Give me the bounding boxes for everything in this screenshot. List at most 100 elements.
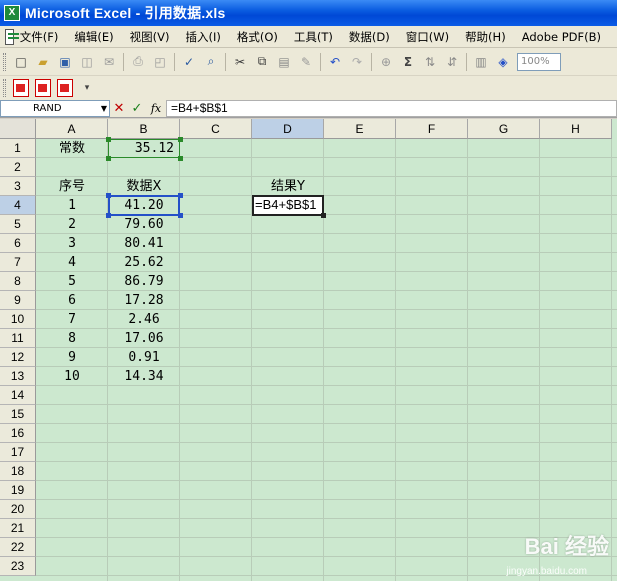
cut-icon[interactable]: ✂	[230, 52, 250, 72]
row-header-10[interactable]: 10	[0, 310, 36, 329]
cell-b12[interactable]: 0.91	[108, 348, 180, 367]
cell-b3[interactable]: 数据X	[108, 177, 180, 196]
row-header-16[interactable]: 16	[0, 424, 36, 443]
row-header-1[interactable]: 1	[0, 139, 36, 158]
redo-icon[interactable]: ↷	[347, 52, 367, 72]
toolbar-grip[interactable]	[3, 79, 6, 97]
menu-insert[interactable]: 插入(I)	[185, 29, 220, 45]
menu-data[interactable]: 数据(D)	[349, 29, 390, 45]
convert-to-pdf-icon[interactable]	[13, 79, 29, 97]
cell-b9[interactable]: 17.28	[108, 291, 180, 310]
row-header-22[interactable]: 22	[0, 538, 36, 557]
row-header-8[interactable]: 8	[0, 272, 36, 291]
excel-app-icon[interactable]: X	[4, 5, 20, 21]
row-header-13[interactable]: 13	[0, 367, 36, 386]
column-header-a[interactable]: A	[36, 119, 108, 139]
column-header-c[interactable]: C	[180, 119, 252, 139]
reference-handle[interactable]	[106, 193, 111, 198]
row-header-11[interactable]: 11	[0, 329, 36, 348]
row-header-21[interactable]: 21	[0, 519, 36, 538]
pdf-review-icon[interactable]	[57, 79, 73, 97]
column-header-f[interactable]: F	[396, 119, 468, 139]
reference-handle[interactable]	[106, 137, 111, 142]
reference-handle[interactable]	[178, 193, 183, 198]
insert-function-icon[interactable]: fx	[146, 102, 166, 115]
row-header-14[interactable]: 14	[0, 386, 36, 405]
column-header-g[interactable]: G	[468, 119, 540, 139]
cancel-icon[interactable]: ✕	[110, 101, 128, 116]
copy-icon[interactable]: ⧉	[252, 52, 272, 72]
paste-icon[interactable]: ▤	[274, 52, 294, 72]
select-all-corner[interactable]	[0, 119, 36, 139]
menu-view[interactable]: 视图(V)	[130, 29, 170, 45]
chevron-down-icon[interactable]: ▼	[101, 101, 107, 116]
row-header-9[interactable]: 9	[0, 291, 36, 310]
column-header-d[interactable]: D	[252, 119, 324, 139]
save-icon[interactable]: ▣	[55, 52, 75, 72]
open-icon[interactable]: ▰	[33, 52, 53, 72]
pdf-email-icon[interactable]	[35, 79, 51, 97]
row-header-7[interactable]: 7	[0, 253, 36, 272]
print-icon[interactable]: ⎙	[128, 52, 148, 72]
cell-b8[interactable]: 86.79	[108, 272, 180, 291]
row-header-6[interactable]: 6	[0, 234, 36, 253]
reference-handle[interactable]	[178, 137, 183, 142]
menu-format[interactable]: 格式(O)	[237, 29, 278, 45]
email-icon[interactable]: ✉	[99, 52, 119, 72]
column-header-b[interactable]: B	[108, 119, 180, 139]
row-header-2[interactable]: 2	[0, 158, 36, 177]
cell-d4-editor[interactable]: =B4+$B$1	[252, 195, 326, 218]
format-painter-icon[interactable]: ✎	[296, 52, 316, 72]
cell-a6[interactable]: 3	[36, 234, 108, 253]
fill-handle[interactable]	[321, 213, 326, 218]
row-header-12[interactable]: 12	[0, 348, 36, 367]
drawing-icon[interactable]: ◈	[493, 52, 513, 72]
cell-a8[interactable]: 5	[36, 272, 108, 291]
cell-d3[interactable]: 结果Y	[252, 177, 324, 196]
column-header-e[interactable]: E	[324, 119, 396, 139]
row-header-15[interactable]: 15	[0, 405, 36, 424]
cell-b7[interactable]: 25.62	[108, 253, 180, 272]
print-preview-icon[interactable]: ◰	[150, 52, 170, 72]
cell-a13[interactable]: 10	[36, 367, 108, 386]
formula-input[interactable]: =B4+$B$1	[166, 100, 617, 117]
row-header-20[interactable]: 20	[0, 500, 36, 519]
menu-tools[interactable]: 工具(T)	[294, 29, 333, 45]
zoom-box[interactable]: 100%	[517, 52, 561, 71]
research-icon[interactable]: ⌕	[201, 52, 221, 72]
column-header-h[interactable]: H	[540, 119, 612, 139]
cell-a1[interactable]: 常数	[36, 139, 108, 158]
reference-handle[interactable]	[106, 156, 111, 161]
workbook-icon[interactable]	[5, 28, 19, 45]
hyperlink-icon[interactable]: ⊕	[376, 52, 396, 72]
enter-icon[interactable]: ✓	[128, 101, 146, 116]
sort-ascending-icon[interactable]: ⇅	[420, 52, 440, 72]
row-header-18[interactable]: 18	[0, 462, 36, 481]
chart-wizard-icon[interactable]: ▥	[471, 52, 491, 72]
toolbar-options-icon[interactable]: ▾	[77, 78, 97, 98]
row-header-5[interactable]: 5	[0, 215, 36, 234]
cell-b6[interactable]: 80.41	[108, 234, 180, 253]
row-header-17[interactable]: 17	[0, 443, 36, 462]
new-icon[interactable]: □	[11, 52, 31, 72]
cell-a10[interactable]: 7	[36, 310, 108, 329]
menu-window[interactable]: 窗口(W)	[406, 29, 449, 45]
cell-b11[interactable]: 17.06	[108, 329, 180, 348]
name-box[interactable]: RAND ▼	[0, 100, 110, 117]
reference-handle[interactable]	[178, 156, 183, 161]
cell-a4[interactable]: 1	[36, 196, 108, 215]
permission-icon[interactable]: ◫	[77, 52, 97, 72]
row-header-3[interactable]: 3	[0, 177, 36, 196]
reference-handle[interactable]	[178, 213, 183, 218]
menu-adobe-pdf[interactable]: Adobe PDF(B)	[522, 30, 601, 44]
undo-icon[interactable]: ↶	[325, 52, 345, 72]
cell-a5[interactable]: 2	[36, 215, 108, 234]
cell-b10[interactable]: 2.46	[108, 310, 180, 329]
row-header-4[interactable]: 4	[0, 196, 36, 215]
spelling-icon[interactable]: ✓	[179, 52, 199, 72]
reference-handle[interactable]	[106, 213, 111, 218]
cell-a9[interactable]: 6	[36, 291, 108, 310]
row-header-19[interactable]: 19	[0, 481, 36, 500]
cell-b5[interactable]: 79.60	[108, 215, 180, 234]
menu-help[interactable]: 帮助(H)	[465, 29, 506, 45]
